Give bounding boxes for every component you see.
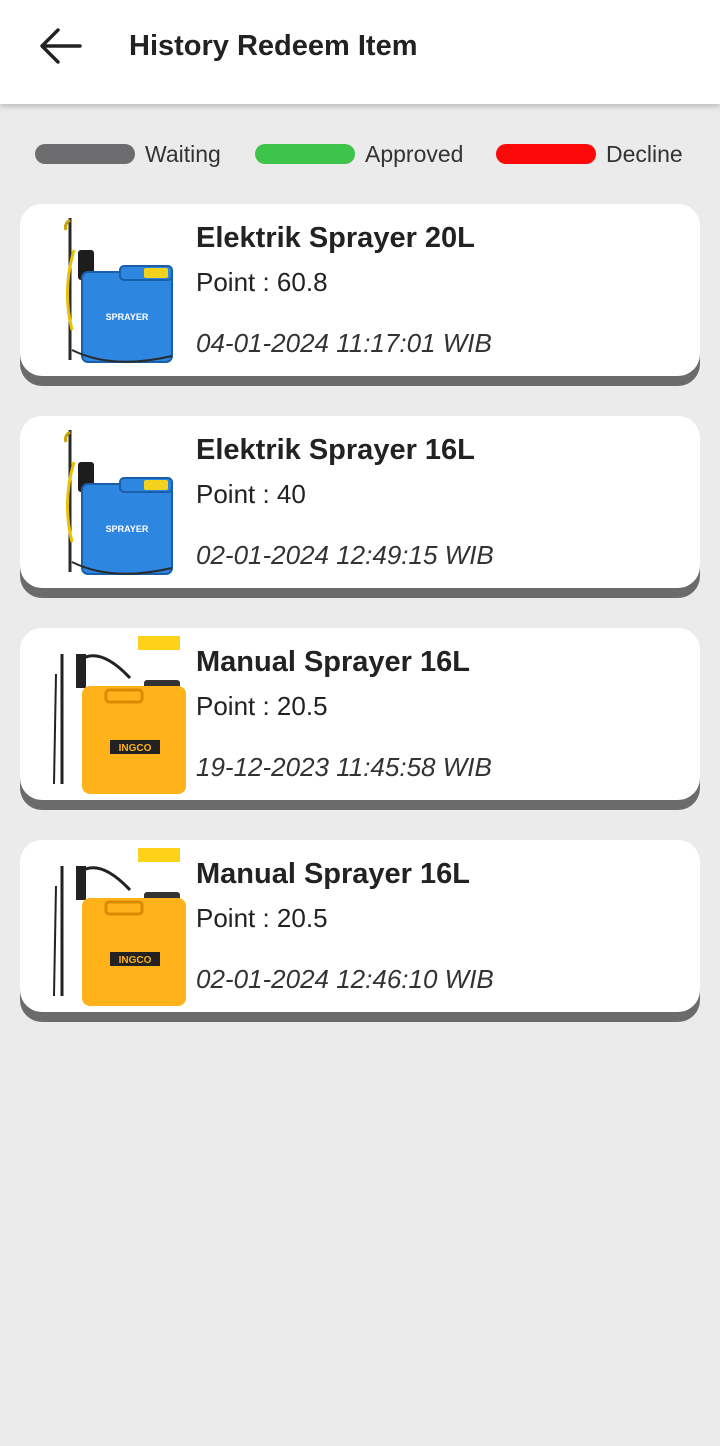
legend-swatch-decline <box>496 144 596 164</box>
item-point: Point : 60.8 <box>196 267 328 297</box>
status-legend: Waiting Approved Decline <box>0 136 720 172</box>
legend-swatch-approved <box>255 144 355 164</box>
arrow-left-icon <box>40 28 82 64</box>
legend-item-waiting: Waiting <box>35 136 221 172</box>
legend-item-decline: Decline <box>496 136 683 172</box>
item-date: 04-01-2024 11:17:01 WIB <box>196 328 492 358</box>
product-brand-text: INGCO <box>119 743 152 754</box>
redeem-item-card[interactable]: INGCO Manual Sprayer 16L Point : 20.5 02… <box>20 840 700 1012</box>
product-brand-text: SPRAYER <box>106 524 149 534</box>
item-date: 02-01-2024 12:49:15 WIB <box>196 540 494 570</box>
redeem-item-card[interactable]: INGCO Manual Sprayer 16L Point : 20.5 19… <box>20 628 700 800</box>
legend-item-approved: Approved <box>255 136 463 172</box>
legend-label-waiting: Waiting <box>145 140 221 167</box>
blue-sprayer-image: SPRAYER <box>40 210 196 370</box>
page-title: History Redeem Item <box>129 30 418 62</box>
item-name: Elektrik Sprayer 20L <box>196 222 475 254</box>
yellow-sprayer-image: INGCO <box>40 634 196 794</box>
item-point: Point : 20.5 <box>196 903 328 933</box>
legend-label-decline: Decline <box>606 140 683 167</box>
item-point: Point : 20.5 <box>196 691 328 721</box>
item-date: 19-12-2023 11:45:58 WIB <box>196 752 492 782</box>
product-brand-text: SPRAYER <box>106 312 149 322</box>
item-date: 02-01-2024 12:46:10 WIB <box>196 964 494 994</box>
legend-swatch-waiting <box>35 144 135 164</box>
redeem-item-card[interactable]: SPRAYER Elektrik Sprayer 20L Point : 60.… <box>20 204 700 376</box>
item-point: Point : 40 <box>196 479 306 509</box>
yellow-sprayer-image: INGCO <box>40 846 196 1006</box>
redeem-item-card[interactable]: SPRAYER Elektrik Sprayer 16L Point : 40 … <box>20 416 700 588</box>
legend-label-approved: Approved <box>365 140 464 167</box>
product-brand-text: INGCO <box>119 955 152 966</box>
item-name: Manual Sprayer 16L <box>196 646 470 678</box>
item-name: Elektrik Sprayer 16L <box>196 434 475 466</box>
item-name: Manual Sprayer 16L <box>196 858 470 890</box>
app-bar: History Redeem Item <box>0 0 720 104</box>
blue-sprayer-image: SPRAYER <box>40 422 196 582</box>
back-button[interactable] <box>28 22 92 70</box>
